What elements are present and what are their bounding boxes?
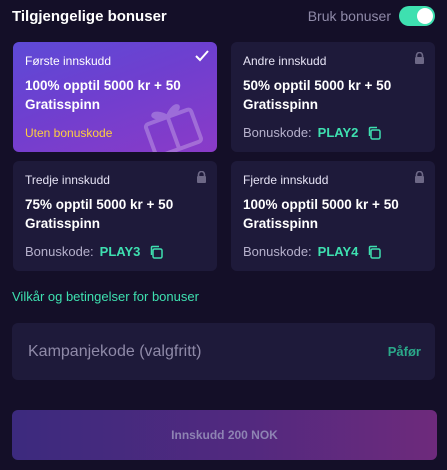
bonus-code-label: Bonuskode: xyxy=(243,125,312,140)
bonus-code-value: PLAY4 xyxy=(317,244,359,259)
bonus-section-title: Tilgjengelige bonuser xyxy=(12,7,167,25)
copy-icon[interactable] xyxy=(149,245,164,259)
gift-icon xyxy=(143,104,203,152)
bonus-code-label: Bonuskode: xyxy=(243,244,312,259)
use-bonus-toggle-group: Bruk bonuser xyxy=(308,6,435,26)
bonus-code-label: Bonuskode: xyxy=(25,244,94,259)
no-bonus-code-text: Uten bonuskode xyxy=(25,126,113,140)
bonus-card-footer: Bonuskode: PLAY4 xyxy=(243,244,382,259)
toggle-knob xyxy=(417,8,433,24)
copy-icon[interactable] xyxy=(367,245,382,259)
lock-icon xyxy=(415,171,424,183)
lock-icon xyxy=(415,52,424,64)
check-icon xyxy=(195,50,209,62)
bonus-card-offer: 50% opptil 5000 kr + 50 Gratisspinn xyxy=(243,78,392,112)
apply-promo-button[interactable]: Påfør xyxy=(388,344,421,359)
bonus-card-offer: 100% opptil 5000 kr + 50 Gratisspinn xyxy=(243,197,399,231)
bonus-card-name: Andre innskudd xyxy=(243,54,327,68)
bonus-card-name: Fjerde innskudd xyxy=(243,173,329,187)
copy-icon[interactable] xyxy=(367,126,382,140)
bonus-card-second-deposit[interactable]: Andre innskudd 50% opptil 5000 kr + 50 G… xyxy=(231,42,435,152)
bonus-card-footer: Bonuskode: PLAY2 xyxy=(243,125,382,140)
bonus-code-value: PLAY2 xyxy=(317,125,359,140)
bonus-terms-link[interactable]: Vilkår og betingelser for bonuser xyxy=(12,289,199,304)
bonus-card-footer: Uten bonuskode xyxy=(25,126,112,140)
bonus-card-third-deposit[interactable]: Tredje innskudd 75% opptil 5000 kr + 50 … xyxy=(13,161,217,271)
bonus-card-name: Tredje innskudd xyxy=(25,173,110,187)
bonus-card-offer: 75% opptil 5000 kr + 50 Gratisspinn xyxy=(25,197,174,231)
use-bonus-label: Bruk bonuser xyxy=(307,8,391,24)
bonus-card-footer: Bonuskode: PLAY3 xyxy=(25,244,164,259)
lock-icon xyxy=(197,171,206,183)
bonus-card-first-deposit[interactable]: Første innskudd 100% opptil 5000 kr + 50… xyxy=(13,42,217,152)
promo-code-box: Påfør xyxy=(12,323,435,380)
bonus-card-name: Første innskudd xyxy=(25,54,112,68)
bonus-card-fourth-deposit[interactable]: Fjerde innskudd 100% opptil 5000 kr + 50… xyxy=(231,161,435,271)
use-bonus-toggle[interactable] xyxy=(399,6,435,26)
bonus-header: Tilgjengelige bonuser Bruk bonuser xyxy=(12,4,435,28)
deposit-submit-button[interactable]: Innskudd 200 NOK xyxy=(12,410,437,460)
promo-code-input[interactable] xyxy=(28,342,328,361)
bonus-code-value: PLAY3 xyxy=(99,244,141,259)
